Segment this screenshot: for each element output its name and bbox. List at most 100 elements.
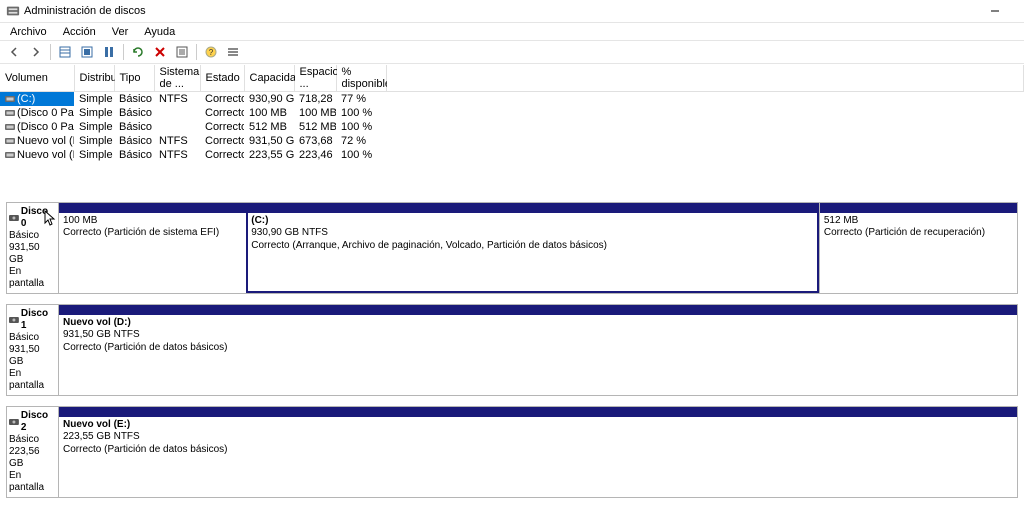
cell-status: Correcto (... <box>200 148 244 162</box>
partition[interactable]: 100 MBCorrecto (Partición de sistema EFI… <box>59 203 246 293</box>
cell-type: Básico <box>114 148 154 162</box>
cell-layout: Simple <box>74 148 114 162</box>
partition-title: Nuevo vol (E:) <box>63 419 1013 432</box>
disk-row[interactable]: Disco 2Básico223,56 GBEn pantallaNuevo v… <box>6 406 1018 498</box>
partition-status: Correcto (Partición de datos básicos) <box>63 444 1013 457</box>
disk-size: 931,50 GB <box>9 344 56 368</box>
disk-name: Disco 0 <box>21 206 56 230</box>
table-row[interactable]: (C:)SimpleBásicoNTFSCorrecto (...930,90 … <box>0 92 1024 106</box>
menu-help[interactable]: Ayuda <box>136 25 183 39</box>
cell-fs <box>154 106 200 120</box>
settings-button[interactable] <box>99 42 119 62</box>
cell-pct: 100 % <box>336 120 386 134</box>
table-row[interactable]: Nuevo vol (D:)SimpleBásicoNTFSCorrecto (… <box>0 134 1024 148</box>
view-list-button[interactable] <box>55 42 75 62</box>
cell-fs: NTFS <box>154 92 200 106</box>
window-title: Administración de discos <box>24 5 146 17</box>
partition-size: 931,50 GB NTFS <box>63 329 1013 342</box>
properties-button[interactable] <box>172 42 192 62</box>
disk-row[interactable]: Disco 0Básico931,50 GBEn pantalla100 MBC… <box>6 202 1018 294</box>
partition-size: 930,90 GB NTFS <box>251 227 815 240</box>
partition-bar <box>59 305 1017 315</box>
disk-mgmt-icon <box>6 4 20 18</box>
disk-name: Disco 1 <box>21 308 56 332</box>
disk-header[interactable]: Disco 2Básico223,56 GBEn pantalla <box>7 407 59 497</box>
cell-layout: Simple <box>74 120 114 134</box>
cell-free: 512 MB <box>294 120 336 134</box>
delete-button[interactable] <box>150 42 170 62</box>
disk-type: Básico <box>9 332 56 344</box>
disk-status: En pantalla <box>9 266 56 290</box>
cell-fs: NTFS <box>154 148 200 162</box>
col-capacity[interactable]: Capacidad <box>244 65 294 92</box>
partition-size: 100 MB <box>63 215 242 228</box>
disk-header[interactable]: Disco 0Básico931,50 GBEn pantalla <box>7 203 59 293</box>
col-type[interactable]: Tipo <box>114 65 154 92</box>
action-refresh-button[interactable] <box>128 42 148 62</box>
list-view-button[interactable] <box>223 42 243 62</box>
cell-volume: (Disco 0 Partición 4) <box>0 120 74 134</box>
col-status[interactable]: Estado <box>200 65 244 92</box>
volume-list[interactable]: Volumen Distribución Tipo Sistema de ...… <box>0 64 1024 162</box>
col-pct[interactable]: % disponible <box>336 65 386 92</box>
back-button[interactable] <box>4 42 24 62</box>
title-bar: Administración de discos <box>0 0 1024 22</box>
cell-status: Correcto (... <box>200 92 244 106</box>
partition[interactable]: Nuevo vol (D:)931,50 GB NTFSCorrecto (Pa… <box>59 305 1017 395</box>
cell-status: Correcto (... <box>200 120 244 134</box>
partition-bar <box>59 407 1017 417</box>
column-headers[interactable]: Volumen Distribución Tipo Sistema de ...… <box>0 65 1024 92</box>
disk-type: Básico <box>9 230 56 242</box>
partition-bar <box>247 203 819 213</box>
partition[interactable]: 512 MBCorrecto (Partición de recuperació… <box>819 203 1017 293</box>
menu-view[interactable]: Ver <box>104 25 137 39</box>
menu-file[interactable]: Archivo <box>2 25 55 39</box>
cell-pct: 77 % <box>336 92 386 106</box>
col-free[interactable]: Espacio ... <box>294 65 336 92</box>
cell-free: 223,46 GB <box>294 148 336 162</box>
cell-capacity: 512 MB <box>244 120 294 134</box>
cell-pct: 72 % <box>336 134 386 148</box>
partition-title: (C:) <box>251 215 815 228</box>
col-layout[interactable]: Distribución <box>74 65 114 92</box>
minimize-button[interactable] <box>972 0 1018 22</box>
disk-size: 223,56 GB <box>9 446 56 470</box>
table-row[interactable]: (Disco 0 Partición 1)SimpleBásicoCorrect… <box>0 106 1024 120</box>
toolbar-separator <box>196 44 197 60</box>
cell-volume: (C:) <box>0 92 74 106</box>
cell-volume: Nuevo vol (D:) <box>0 134 74 148</box>
cell-fs <box>154 120 200 134</box>
menu-action[interactable]: Acción <box>55 25 104 39</box>
cell-volume: (Disco 0 Partición 1) <box>0 106 74 120</box>
graphical-view[interactable]: Disco 0Básico931,50 GBEn pantalla100 MBC… <box>0 202 1024 498</box>
disk-row[interactable]: Disco 1Básico931,50 GBEn pantallaNuevo v… <box>6 304 1018 396</box>
disk-name: Disco 2 <box>21 410 56 434</box>
cell-type: Básico <box>114 134 154 148</box>
col-volume[interactable]: Volumen <box>0 65 74 92</box>
partition-status: Correcto (Arranque, Archivo de paginació… <box>251 240 815 253</box>
partition[interactable]: (C:)930,90 GB NTFSCorrecto (Arranque, Ar… <box>246 203 819 293</box>
partition[interactable]: Nuevo vol (E:)223,55 GB NTFSCorrecto (Pa… <box>59 407 1017 497</box>
toolbar: ? <box>0 40 1024 64</box>
partition-size: 512 MB <box>824 215 1013 228</box>
cell-capacity: 931,50 GB <box>244 134 294 148</box>
disk-header[interactable]: Disco 1Básico931,50 GBEn pantalla <box>7 305 59 395</box>
partition-status: Correcto (Partición de recuperación) <box>824 227 1013 240</box>
refresh-button[interactable] <box>77 42 97 62</box>
cell-layout: Simple <box>74 134 114 148</box>
cell-capacity: 223,55 GB <box>244 148 294 162</box>
disk-status: En pantalla <box>9 470 56 494</box>
table-row[interactable]: Nuevo vol (E:)SimpleBásicoNTFSCorrecto (… <box>0 148 1024 162</box>
partition-bar <box>820 203 1017 213</box>
disk-type: Básico <box>9 434 56 446</box>
cell-type: Básico <box>114 92 154 106</box>
cell-volume: Nuevo vol (E:) <box>0 148 74 162</box>
table-row[interactable]: (Disco 0 Partición 4)SimpleBásicoCorrect… <box>0 120 1024 134</box>
cell-free: 100 MB <box>294 106 336 120</box>
toolbar-separator <box>50 44 51 60</box>
partition-status: Correcto (Partición de sistema EFI) <box>63 227 242 240</box>
toolbar-separator <box>123 44 124 60</box>
col-fs[interactable]: Sistema de ... <box>154 65 200 92</box>
forward-button[interactable] <box>26 42 46 62</box>
help-button[interactable]: ? <box>201 42 221 62</box>
